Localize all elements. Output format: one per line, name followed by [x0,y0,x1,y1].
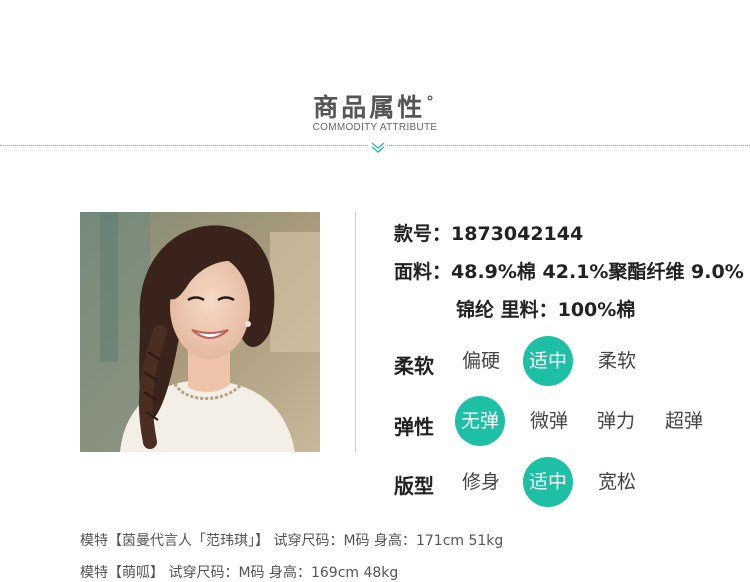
model-info-1: 模特【茵曼代言人「范玮琪」】 试穿尺码：M码 身高：171cm 51kg [80,533,504,549]
vertical-divider [355,212,356,452]
fabric-line-2: 锦纶 里料：100%棉 [456,299,636,321]
section-title-text: 商品属性 [313,93,426,122]
softness-option-soft: 柔软 [597,350,636,372]
title-degree-mark: ° [426,92,437,111]
elasticity-option-stretch: 弹力 [596,410,635,432]
elasticity-label: 弹性 [394,415,434,439]
fabric-line-1: 面料：48.9%棉 42.1%聚酯纤维 9.0% [394,261,744,283]
model-photo [80,212,320,452]
softness-label: 柔软 [394,354,434,378]
softness-option-medium: 适中 [523,336,573,386]
chevron-down-icon [369,140,387,154]
fit-option-loose: 宽松 [597,471,636,493]
softness-option-hard: 偏硬 [461,350,500,372]
section-subtitle: COMMODITY ATTRIBUTE [312,122,438,133]
elasticity-option-slight: 微弹 [529,410,568,432]
fit-label: 版型 [394,474,434,498]
elasticity-option-super: 超弹 [664,410,703,432]
style-number: 款号：1873042144 [394,223,584,245]
fit-option-slim: 修身 [461,471,500,493]
section-title: 商品属性° [0,88,750,124]
elasticity-option-none: 无弹 [455,396,505,446]
fit-option-regular: 适中 [523,457,573,507]
model-info-2: 模特【萌呱】 试穿尺码：M码 身高：169cm 48kg [80,565,399,581]
